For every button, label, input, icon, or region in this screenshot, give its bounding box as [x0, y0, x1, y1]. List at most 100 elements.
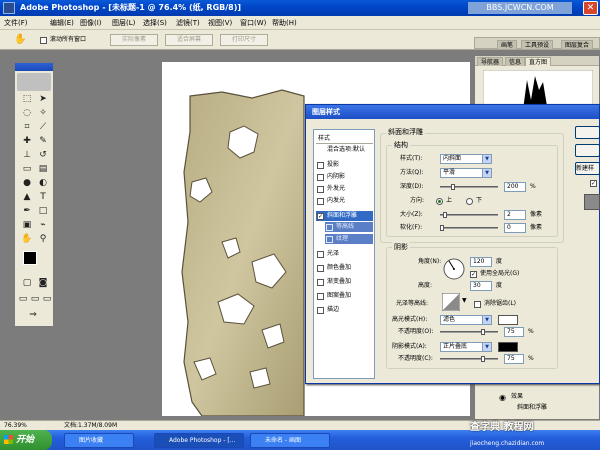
hand-tool-icon[interactable]: ✋ — [21, 233, 33, 245]
menu-select[interactable]: 选择(S) — [143, 17, 167, 29]
checkbox[interactable] — [317, 174, 324, 181]
checkbox[interactable] — [317, 265, 324, 272]
global-light-checkbox[interactable]: ✓ — [470, 271, 477, 278]
direction-down-radio[interactable] — [466, 198, 473, 205]
shadow-opacity-track[interactable] — [440, 358, 498, 360]
task-paint[interactable]: 未命名 - 画图 — [250, 433, 330, 448]
preview-checkbox[interactable]: ✓ — [590, 180, 597, 187]
highlight-color-swatch[interactable] — [498, 315, 518, 325]
checkbox-checked[interactable]: ✓ — [317, 213, 324, 220]
style-inner-shadow[interactable]: 内阴影 — [316, 172, 373, 182]
tab-brushes[interactable]: 画笔 — [497, 40, 518, 49]
tab-histogram[interactable]: 直方图 — [525, 57, 552, 66]
move-tool-icon[interactable]: ➤ — [37, 93, 49, 105]
style-color-overlay[interactable]: 颜色叠加 — [316, 263, 373, 273]
type-tool-icon[interactable]: T — [37, 191, 49, 203]
blur-tool-icon[interactable]: ● — [21, 177, 33, 189]
eyedropper-tool-icon[interactable]: ⌁ — [37, 219, 49, 231]
menu-file[interactable]: 文件(F) — [4, 17, 28, 29]
marquee-tool-icon[interactable]: ⬚ — [21, 93, 33, 105]
foreground-color-swatch[interactable] — [23, 251, 37, 265]
dialog-title-bar[interactable]: 图层样式 — [306, 105, 599, 119]
size-slider-thumb[interactable] — [443, 212, 447, 218]
eye-icon[interactable]: ◉ — [499, 393, 506, 402]
soften-slider-track[interactable] — [440, 227, 498, 229]
list-header[interactable]: 样式 — [316, 134, 373, 144]
screen-mode-3-icon[interactable]: ▭ — [41, 293, 53, 305]
menu-layer[interactable]: 图层(L) — [112, 17, 135, 29]
ok-button[interactable] — [575, 126, 600, 139]
depth-input[interactable]: 200 — [504, 182, 526, 192]
checkbox[interactable] — [317, 307, 324, 314]
magic-wand-tool-icon[interactable]: ✧ — [37, 107, 49, 119]
screen-mode-1-icon[interactable]: ▭ — [17, 293, 29, 305]
standard-mode-icon[interactable]: ▢ — [21, 277, 33, 289]
stamp-tool-icon[interactable]: ⊥ — [21, 149, 33, 161]
checkbox[interactable] — [317, 162, 324, 169]
fit-screen-button[interactable]: 适合屏幕 — [165, 34, 213, 46]
history-brush-tool-icon[interactable]: ↺ — [37, 149, 49, 161]
depth-slider-thumb[interactable] — [451, 184, 455, 190]
shadow-color-swatch[interactable] — [498, 342, 518, 352]
menu-edit[interactable]: 编辑(E) — [50, 17, 74, 29]
dodge-tool-icon[interactable]: ◐ — [37, 177, 49, 189]
altitude-input[interactable]: 30 — [470, 281, 492, 291]
print-size-button[interactable]: 打印尺寸 — [220, 34, 268, 46]
style-drop-shadow[interactable]: 投影 — [316, 160, 373, 170]
menu-filter[interactable]: 滤镜(T) — [176, 17, 200, 29]
slice-tool-icon[interactable]: ⟋ — [37, 121, 49, 133]
new-style-button[interactable]: 新建样 — [575, 162, 600, 175]
tab-navigator[interactable]: 导航器 — [477, 57, 504, 66]
checkbox[interactable] — [326, 236, 333, 243]
checkbox[interactable] — [317, 186, 324, 193]
highlight-opacity-track[interactable] — [440, 331, 498, 333]
antialias-checkbox[interactable] — [474, 301, 481, 308]
style-stroke[interactable]: 描边 — [316, 305, 373, 315]
shadow-mode-select[interactable]: 正片叠底 ▼ — [440, 342, 492, 352]
style-bevel-emboss[interactable]: ✓ 斜面和浮雕 — [316, 211, 373, 221]
direction-up-radio[interactable] — [436, 198, 443, 205]
style-texture[interactable]: 纹理 — [325, 234, 373, 244]
notes-tool-icon[interactable]: ▣ — [21, 219, 33, 231]
style-gradient-overlay[interactable]: 渐变叠加 — [316, 277, 373, 287]
pen-tool-icon[interactable]: ✒ — [21, 205, 33, 217]
lasso-tool-icon[interactable]: ◌ — [21, 107, 33, 119]
style-type-select[interactable]: 内斜面 ▼ — [440, 154, 492, 164]
chevron-down-icon[interactable]: ▼ — [462, 297, 467, 304]
shape-tool-icon[interactable]: □ — [37, 205, 49, 217]
checkbox[interactable] — [317, 279, 324, 286]
cancel-button[interactable] — [575, 144, 600, 157]
eraser-tool-icon[interactable]: ▭ — [21, 163, 33, 175]
method-select[interactable]: 平滑 ▼ — [440, 168, 492, 178]
task-pictures[interactable]: 图片收藏 — [64, 433, 134, 448]
imageready-icon[interactable]: ⇒ — [27, 309, 39, 321]
toolbox-header[interactable] — [15, 63, 53, 71]
style-outer-glow[interactable]: 外发光 — [316, 184, 373, 194]
screen-mode-2-icon[interactable]: ▭ — [29, 293, 41, 305]
gradient-tool-icon[interactable]: ▤ — [37, 163, 49, 175]
style-satin[interactable]: 光泽 — [316, 249, 373, 259]
task-photoshop[interactable]: Adobe Photoshop - [... — [154, 433, 244, 448]
highlight-mode-select[interactable]: 滤色 ▼ — [440, 315, 492, 325]
tab-info[interactable]: 信息 — [505, 57, 526, 66]
shadow-opacity-input[interactable]: 75 — [504, 354, 524, 364]
tab-tool-presets[interactable]: 工具预设 — [521, 40, 554, 49]
checkbox[interactable] — [317, 251, 324, 258]
soften-input[interactable]: 0 — [504, 223, 526, 233]
scroll-all-checkbox[interactable] — [40, 37, 47, 44]
healing-tool-icon[interactable]: ✚ — [21, 135, 33, 147]
menu-view[interactable]: 视图(V) — [208, 17, 232, 29]
size-input[interactable]: 2 — [504, 210, 526, 220]
menu-help[interactable]: 帮助(H) — [272, 17, 297, 29]
blend-options-item[interactable]: 混合选项:默认 — [316, 145, 373, 155]
checkbox[interactable] — [317, 293, 324, 300]
style-inner-glow[interactable]: 内发光 — [316, 196, 373, 206]
quickmask-mode-icon[interactable]: ◙ — [37, 277, 49, 289]
brush-tool-icon[interactable]: ✎ — [37, 135, 49, 147]
style-pattern-overlay[interactable]: 图案叠加 — [316, 291, 373, 301]
actual-pixels-button[interactable]: 实际像素 — [110, 34, 158, 46]
angle-dial[interactable] — [442, 257, 466, 281]
menu-image[interactable]: 图像(I) — [80, 17, 102, 29]
shadow-opacity-thumb[interactable] — [481, 356, 485, 362]
hand-tool-icon[interactable]: ✋ — [14, 34, 26, 46]
